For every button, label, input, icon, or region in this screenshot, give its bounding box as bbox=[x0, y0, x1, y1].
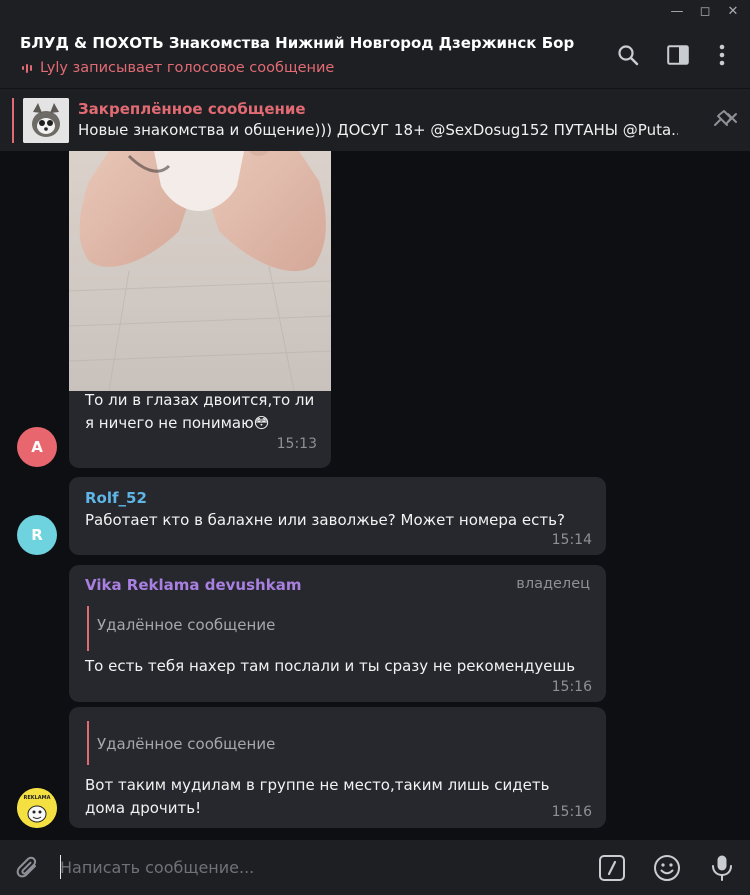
sidebar-toggle-icon bbox=[667, 45, 689, 65]
search-button[interactable] bbox=[615, 42, 641, 68]
pinned-thumbnail bbox=[23, 98, 69, 143]
voice-recording-icon bbox=[22, 63, 32, 73]
message-composer bbox=[0, 840, 750, 895]
unpin-icon bbox=[714, 110, 737, 126]
close-icon: ✕ bbox=[727, 3, 739, 19]
maximize-button[interactable]: ◻ bbox=[692, 0, 718, 22]
maximize-icon: ◻ bbox=[699, 3, 711, 19]
reply-preview[interactable]: Удалённое сообщение bbox=[97, 735, 275, 753]
close-window-button[interactable]: ✕ bbox=[720, 0, 746, 22]
attach-button[interactable] bbox=[12, 852, 44, 884]
more-options-button[interactable] bbox=[709, 42, 735, 68]
chat-title[interactable]: БЛУД & ПОХОТЬ Знакомства Нижний Новгород… bbox=[20, 34, 574, 52]
message-text: То есть тебя нахер там послали и ты сраз… bbox=[85, 657, 576, 675]
message-input[interactable] bbox=[60, 854, 560, 880]
minimize-button[interactable]: — bbox=[664, 0, 690, 22]
message-text: То ли в глазах двоится,то ли я ничего не… bbox=[85, 391, 315, 432]
avatar-letter: A bbox=[31, 438, 43, 456]
sender-name[interactable]: Rolf_52 bbox=[85, 489, 147, 507]
pinned-message-bar[interactable]: Закреплённое сообщение Новые знакомства … bbox=[0, 88, 750, 151]
avatar[interactable]: REKLAMA bbox=[17, 788, 57, 828]
search-icon bbox=[618, 45, 639, 66]
message-text: Работает кто в балахне или заволжье? Мож… bbox=[85, 511, 565, 529]
emoji-icon bbox=[654, 855, 680, 881]
bot-commands-button[interactable] bbox=[596, 852, 628, 884]
text-message[interactable]: Vika Reklama devushkam владелец Удалённо… bbox=[69, 565, 606, 702]
message-time: 15:14 bbox=[551, 532, 592, 548]
minimize-icon: — bbox=[670, 3, 684, 19]
unpin-button[interactable] bbox=[710, 108, 738, 132]
voice-record-button[interactable] bbox=[706, 852, 738, 884]
avatar[interactable]: A bbox=[17, 427, 57, 467]
reklama-logo-icon: REKLAMA bbox=[17, 788, 57, 828]
avatar[interactable]: R bbox=[17, 515, 57, 555]
reply-preview[interactable]: Удалённое сообщение bbox=[97, 616, 275, 634]
message-list[interactable]: То ли в глазах двоится,то ли я ничего не… bbox=[0, 151, 750, 840]
message-time: 15:16 bbox=[551, 804, 592, 820]
typing-status: Lyly записывает голосовое сообщение bbox=[22, 60, 334, 76]
sidebar-toggle-button[interactable] bbox=[665, 42, 691, 68]
message-photo[interactable] bbox=[69, 151, 331, 391]
message-time: 15:16 bbox=[551, 679, 592, 695]
microphone-icon bbox=[712, 855, 732, 881]
pinned-text: Новые знакомства и общение))) ДОСУГ 18+ … bbox=[78, 121, 678, 139]
photo-message[interactable]: То ли в глазах двоится,то ли я ничего не… bbox=[69, 151, 331, 468]
reply-accent-bar bbox=[87, 721, 89, 765]
emoji-button[interactable] bbox=[651, 852, 683, 884]
sender-name[interactable]: Vika Reklama devushkam bbox=[85, 576, 301, 594]
message-text: Вот таким мудилам в группе не место,таки… bbox=[85, 776, 550, 817]
window-titlebar: — ◻ ✕ bbox=[0, 0, 750, 22]
typing-status-text: Lyly записывает голосовое сообщение bbox=[40, 60, 335, 76]
commands-icon bbox=[599, 855, 625, 881]
reply-accent-bar bbox=[87, 606, 89, 651]
more-vert-icon bbox=[719, 44, 725, 66]
pinned-title: Закреплённое сообщение bbox=[78, 100, 306, 118]
attach-icon bbox=[16, 856, 37, 878]
text-message[interactable]: Rolf_52 Работает кто в балахне или завол… bbox=[69, 477, 606, 555]
chat-header[interactable]: БЛУД & ПОХОТЬ Знакомства Нижний Новгород… bbox=[0, 22, 750, 88]
message-time: 15:13 bbox=[276, 436, 317, 452]
pinned-accent-bar bbox=[12, 98, 14, 143]
text-message[interactable]: Удалённое сообщение Вот таким мудилам в … bbox=[69, 707, 606, 828]
admin-role-badge: владелец bbox=[516, 576, 590, 592]
avatar-letter: R bbox=[31, 526, 43, 544]
svg-text:REKLAMA: REKLAMA bbox=[23, 795, 50, 801]
